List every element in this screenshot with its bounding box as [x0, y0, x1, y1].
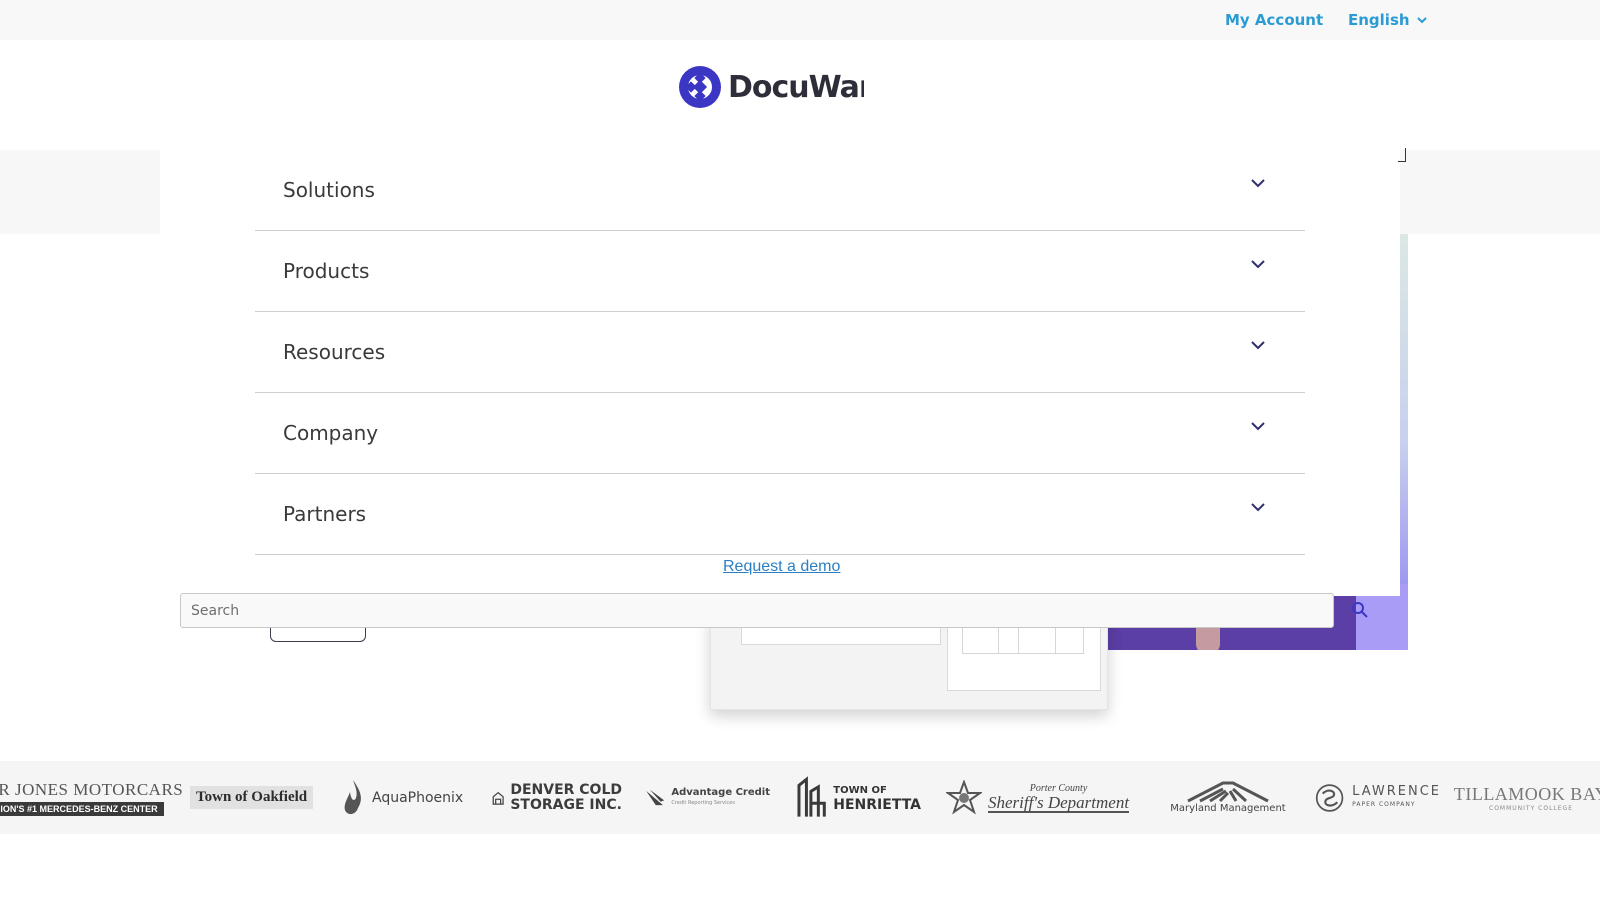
client-name-line: Sheriff's Department	[988, 793, 1130, 812]
client-name: LAWRENCE PAPER COMPANY	[1352, 785, 1441, 811]
client-logo-advantage-credit: Advantage Credit Credit Reporting Service…	[645, 761, 770, 834]
client-logo-lawrence-paper: LAWRENCE PAPER COMPANY	[1315, 761, 1441, 834]
chevron-down-icon[interactable]	[1250, 499, 1266, 515]
nav-item-label: Company	[283, 421, 379, 445]
swirl-icon	[1315, 783, 1344, 812]
client-tagline: ION'S #1 MERCEDES-BENZ CENTER	[0, 801, 164, 816]
client-name: DENVER COLD STORAGE INC.	[510, 781, 622, 813]
client-logo-strip: HER JONES MOTORCARS ION'S #1 MERCEDES-BE…	[0, 761, 1600, 834]
client-name: Maryland Management	[1170, 803, 1286, 814]
nav-item-products[interactable]: Products	[255, 231, 1305, 312]
nav-item-label: Solutions	[283, 178, 375, 202]
language-label: English	[1348, 11, 1410, 29]
search-icon[interactable]	[1350, 600, 1370, 620]
nav-item-company[interactable]: Company	[255, 393, 1305, 474]
close-menu-mark	[1398, 148, 1406, 162]
client-logo-jones-motorcars: HER JONES MOTORCARS ION'S #1 MERCEDES-BE…	[0, 761, 183, 834]
mobile-nav-menu: Solutions Products Resources Company Par…	[160, 150, 1400, 596]
language-selector[interactable]: English	[1348, 11, 1428, 29]
nav-item-partners[interactable]: Partners	[255, 474, 1305, 555]
nav-item-label: Partners	[283, 502, 367, 526]
docuware-logo[interactable]: DocuWare	[678, 65, 864, 109]
star-badge-icon	[946, 779, 982, 815]
chevron-down-icon[interactable]	[1250, 175, 1266, 191]
nav-list: Solutions Products Resources Company Par…	[255, 150, 1305, 555]
search-input[interactable]	[180, 593, 1334, 628]
client-name: HER JONES MOTORCARS	[0, 779, 184, 799]
chevron-down-icon[interactable]	[1250, 418, 1266, 434]
client-logo-town-of-oakfield: Town of Oakfield	[190, 761, 318, 834]
site-header: DocuWare	[0, 40, 1580, 150]
nav-item-solutions[interactable]: Solutions	[255, 150, 1305, 231]
chevron-down-icon[interactable]	[1250, 337, 1266, 353]
client-name: Porter County Sheriff's Department	[988, 782, 1130, 813]
nav-item-resources[interactable]: Resources	[255, 312, 1305, 393]
client-logo-maryland-management: Maryland Management	[1168, 761, 1288, 834]
client-subtitle: COMMUNITY COLLEGE	[1489, 804, 1573, 812]
request-demo-link[interactable]: Request a demo	[723, 558, 840, 576]
client-name-line: Advantage Credit	[671, 786, 770, 798]
hero-screenshot-card	[710, 614, 1108, 710]
client-name: Advantage Credit Credit Reporting Service…	[671, 787, 770, 809]
building-icon	[797, 775, 826, 817]
client-name-line: HENRIETTA	[833, 796, 921, 813]
client-logo-town-of-henrietta: TOWN OF HENRIETTA	[796, 761, 921, 834]
client-subtitle: PAPER COMPANY	[1352, 800, 1416, 808]
client-name-line: DENVER COLD	[510, 781, 622, 798]
client-name-line: STORAGE INC.	[510, 796, 622, 813]
client-subtitle: Credit Reporting Services	[671, 799, 735, 806]
client-name-line: TOWN OF	[833, 784, 887, 796]
client-logo-denver-cold-storage: DENVER COLD STORAGE INC.	[492, 761, 622, 834]
client-name: TOWN OF HENRIETTA	[833, 783, 921, 813]
client-logo-porter-county-sheriff: Porter County Sheriff's Department	[946, 761, 1136, 834]
logo-wordmark: DocuWare	[728, 69, 864, 105]
nav-item-label: Resources	[283, 340, 386, 364]
my-account-link[interactable]: My Account	[1225, 11, 1323, 29]
client-name: AquaPhoenix	[372, 789, 464, 806]
flame-icon	[344, 779, 361, 814]
roof-stripes-icon	[1187, 781, 1269, 803]
docuware-logo-icon	[679, 66, 721, 108]
warehouse-icon	[492, 791, 504, 805]
search-bar	[180, 593, 1334, 628]
client-logo-tillamook-bay: TILLAMOOK BAY COMMUNITY COLLEGE	[1454, 761, 1600, 834]
chevron-down-icon	[1416, 17, 1427, 24]
client-logo-aquaphoenix: AquaPhoenix	[340, 761, 472, 834]
chevron-down-icon[interactable]	[1250, 256, 1266, 272]
nav-item-label: Products	[283, 259, 370, 283]
wing-icon	[646, 789, 665, 805]
client-name-line: LAWRENCE	[1352, 783, 1441, 799]
client-name: Town of Oakfield	[190, 786, 314, 809]
client-name: TILLAMOOK BAY	[1453, 783, 1600, 804]
utility-bar: My Account English	[0, 0, 1600, 40]
